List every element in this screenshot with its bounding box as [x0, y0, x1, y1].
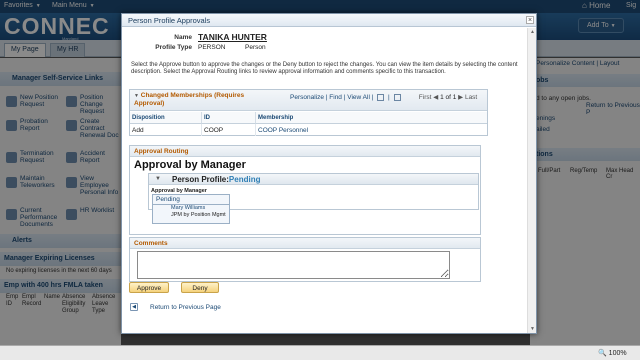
browser-status-bar: 🔍 100% [0, 345, 640, 360]
deny-button[interactable]: Deny [181, 282, 219, 293]
approve-button[interactable]: Approve [129, 282, 169, 293]
changed-memberships-grid: ▼ Changed Memberships (Requires Approval… [129, 89, 488, 136]
approver-role: JPM by Position Mgmt [171, 212, 226, 218]
col-id: ID [202, 112, 256, 124]
col-disposition: Disposition [130, 112, 202, 124]
return-previous-page-link[interactable]: Return to Previous Page [150, 304, 221, 311]
scroll-down-icon[interactable]: ▼ [528, 325, 536, 333]
person-profile-route-label: Person Profile:Pending [172, 175, 260, 184]
modal-scrollbar[interactable]: ▲ ▼ [527, 28, 536, 333]
person-profile-status: Pending [228, 175, 261, 184]
row-id: COOP [202, 124, 256, 136]
name-value: TANIKA HUNTER [198, 32, 267, 42]
row-membership-link[interactable]: COOP Personnel [256, 124, 487, 136]
profile-type-desc: Person [245, 44, 266, 51]
approver-name-link[interactable]: Mary Williams [171, 205, 205, 211]
modal-title: Person Profile Approvals [122, 14, 536, 27]
approver-pending-box[interactable]: Pending Mary Williams JPM by Position Mg… [152, 194, 230, 224]
comments-box: Comments [129, 237, 481, 282]
close-button[interactable]: × [526, 16, 534, 24]
approval-routing-box: Approval Routing Approval by Manager ▼ P… [129, 145, 481, 235]
grid-first-link[interactable]: First [419, 94, 432, 101]
return-arrow-icon[interactable]: ◀ [130, 303, 138, 311]
person-profile-label-text: Person Profile: [172, 175, 229, 184]
next-icon[interactable]: ▶ [458, 94, 463, 101]
person-profile-route-header[interactable]: ▼ Person Profile:Pending [149, 174, 478, 185]
grid-last-link[interactable]: Last [465, 94, 477, 101]
comments-textarea[interactable] [137, 251, 450, 279]
person-profile-approvals-modal: Person Profile Approvals × ▲ ▼ Name TANI… [121, 13, 537, 334]
grid-personalize-link[interactable]: Personalize [290, 94, 324, 101]
grid-view-all-link[interactable]: View All [347, 94, 370, 101]
chevron-down-icon: ▼ [134, 93, 139, 99]
changed-memberships-title: ▼ Changed Memberships (Requires Approval… [134, 92, 254, 108]
zoom-level[interactable]: 🔍 100% [598, 349, 627, 357]
zoom-value: 100% [608, 350, 627, 357]
prev-icon[interactable]: ◀ [433, 94, 438, 101]
magnifier-icon: 🔍 [598, 350, 607, 357]
grid-toolbar: Personalize | Find | View All | | First … [290, 93, 478, 101]
zoom-grid-icon[interactable] [377, 93, 385, 101]
changed-memberships-header: ▼ Changed Memberships (Requires Approval… [130, 90, 487, 111]
scroll-up-icon[interactable]: ▲ [528, 28, 536, 37]
comments-header: Comments [130, 238, 480, 249]
profile-type-code: PERSON [198, 44, 226, 51]
grid-pager: 1 of 1 [440, 94, 457, 101]
grid-find-link[interactable]: Find [329, 94, 342, 101]
download-grid-icon[interactable] [393, 93, 401, 101]
profile-type-label: Profile Type [155, 44, 192, 51]
approval-routing-header: Approval Routing [130, 146, 480, 157]
changed-memberships-title-text: Changed Memberships (Requires Approval) [134, 92, 245, 107]
instructions-text: Select the Approve button to approve the… [131, 62, 518, 75]
name-label: Name [174, 34, 192, 41]
row-disposition: Add [130, 124, 202, 136]
chevron-down-icon[interactable]: ▼ [155, 176, 161, 182]
pending-label: Pending [156, 196, 180, 203]
col-membership: Membership [256, 112, 487, 124]
approval-routing-title: Approval by Manager [134, 159, 246, 171]
